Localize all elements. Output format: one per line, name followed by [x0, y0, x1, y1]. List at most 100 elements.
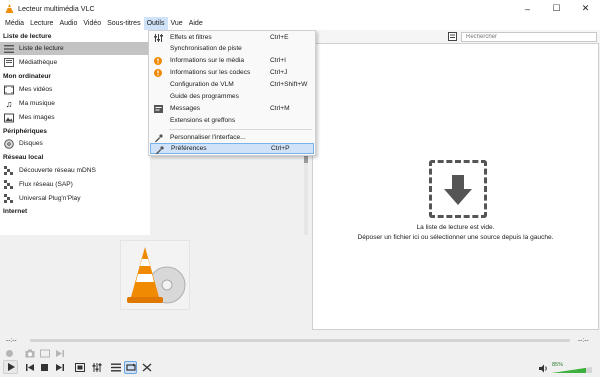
empty-playlist-title: La liste de lecture est vide. — [416, 224, 495, 231]
speaker-icon — [539, 364, 547, 373]
menu-item-customize-interface[interactable]: Personnaliser l'interface... — [150, 132, 314, 143]
empty-playlist-hint: Déposer un fichier ici ou sélectionner u… — [357, 234, 554, 241]
extended-settings-button[interactable] — [91, 362, 102, 373]
sidebar-item-label: Mes images — [19, 114, 55, 121]
messages-icon — [153, 104, 163, 114]
playlist-icon — [4, 44, 14, 54]
next-button[interactable] — [54, 362, 65, 373]
drop-zone[interactable] — [429, 160, 487, 218]
close-button[interactable]: ✕ — [571, 0, 600, 17]
film-icon — [4, 85, 14, 95]
previous-icon — [25, 364, 34, 371]
sidebar-section-playlist: Liste de lecture — [3, 33, 52, 40]
music-note-icon: ♫ — [5, 98, 13, 109]
sidebar-item-label: Médiathèque — [19, 59, 58, 66]
minimize-button[interactable]: – — [513, 0, 542, 17]
download-arrow-icon — [444, 175, 472, 205]
previous-button[interactable] — [24, 362, 35, 373]
volume-slider[interactable] — [552, 367, 592, 373]
menu-item-program-guide[interactable]: Guide des programmes — [150, 91, 314, 102]
sidebar-section-internet: Internet — [3, 208, 28, 215]
sidebar-item-upnp[interactable]: Universal Plug'n'Play — [0, 192, 150, 205]
menu-bar: Média Lecture Audio Vidéo Sous-titres Ou… — [0, 17, 600, 30]
record-icon — [6, 349, 13, 357]
playlist-toggle-button[interactable] — [110, 362, 121, 373]
volume-triangle — [552, 367, 592, 373]
menu-item-vlm-config[interactable]: Configuration de VLM Ctrl+Shift+W — [150, 79, 314, 90]
sidebar-item-label: Mes vidéos — [19, 86, 53, 93]
menu-item-extensions[interactable]: Extensions et greffons — [150, 115, 314, 126]
elapsed-time: --:-- — [6, 337, 17, 344]
vlc-album-art — [120, 240, 190, 310]
fullscreen-icon — [74, 363, 85, 372]
menu-item-codec-info[interactable]: Informations sur les codecs Ctrl+J — [150, 67, 314, 78]
menu-item-media-info[interactable]: Informations sur le média Ctrl+I — [150, 55, 314, 66]
shuffle-button[interactable] — [141, 362, 152, 373]
camera-icon — [25, 349, 34, 357]
wrench-icon — [153, 133, 163, 143]
menu-help[interactable]: Aide — [186, 17, 206, 30]
mute-button[interactable] — [539, 364, 549, 373]
sidebar: Liste de lecture Liste de lecture Médiat… — [0, 30, 150, 235]
seek-slider[interactable] — [30, 339, 570, 342]
record-button[interactable] — [4, 348, 15, 358]
sidebar-item-library[interactable]: Médiathèque — [0, 56, 150, 69]
shuffle-icon — [142, 363, 151, 372]
frame-step-icon — [55, 349, 64, 357]
frame-step-button[interactable] — [54, 348, 65, 358]
view-mode-icon — [447, 32, 457, 41]
sidebar-item-videos[interactable]: Mes vidéos — [0, 83, 150, 96]
loop-icon — [125, 363, 136, 371]
maximize-button[interactable]: ☐ — [542, 0, 571, 17]
sidebar-item-mdns[interactable]: Découverte réseau mDNS — [0, 164, 150, 177]
menu-item-preferences[interactable]: Préférences Ctrl+P — [150, 143, 314, 154]
image-icon — [4, 113, 14, 123]
sidebar-item-sap[interactable]: Flux réseau (SAP) — [0, 178, 150, 191]
stop-icon — [41, 364, 48, 371]
sliders-icon — [153, 33, 163, 43]
sidebar-item-label: Liste de lecture — [19, 45, 64, 52]
network-icon — [4, 165, 14, 176]
menu-item-effects-filters[interactable]: Effets et filtres Ctrl+E — [150, 32, 314, 43]
remaining-time: --:-- — [578, 337, 589, 344]
playlist-view-button[interactable] — [446, 31, 458, 42]
loop-ab-button[interactable] — [39, 348, 50, 358]
sidebar-item-playlist[interactable]: Liste de lecture — [0, 42, 150, 55]
menu-separator — [169, 129, 312, 130]
next-icon — [55, 364, 64, 371]
menu-media[interactable]: Média — [2, 17, 27, 30]
sidebar-item-label: Universal Plug'n'Play — [19, 195, 81, 202]
wrench-icon — [154, 145, 164, 155]
menu-audio[interactable]: Audio — [56, 17, 80, 30]
network-icon — [4, 193, 14, 204]
loop-button[interactable] — [124, 361, 137, 374]
sidebar-section-network: Réseau local — [3, 154, 44, 161]
info-icon — [153, 56, 163, 66]
info-icon — [153, 68, 163, 78]
vlc-cone-disc-icon — [127, 247, 186, 304]
sidebar-item-images[interactable]: Mes images — [0, 111, 150, 124]
menu-subtitles[interactable]: Sous-titres — [104, 17, 143, 30]
title-bar: Lecteur multimédia VLC – ☐ ✕ — [0, 0, 600, 17]
sidebar-section-devices: Périphériques — [3, 128, 47, 135]
menu-item-track-sync[interactable]: Synchronisation de piste — [150, 43, 314, 54]
sidebar-item-discs[interactable]: Disques — [0, 137, 150, 150]
menu-item-messages[interactable]: Messages Ctrl+M — [150, 103, 314, 114]
stop-button[interactable] — [39, 362, 50, 373]
snapshot-button[interactable] — [24, 348, 35, 358]
sidebar-item-music[interactable]: ♫ Ma musique — [0, 97, 150, 110]
vlc-cone-icon — [5, 4, 14, 13]
network-icon — [4, 179, 14, 190]
menu-tools[interactable]: Outils — [143, 17, 168, 30]
play-button[interactable] — [3, 360, 18, 374]
menu-playback[interactable]: Lecture — [27, 17, 56, 30]
menu-view[interactable]: Vue — [168, 17, 186, 30]
sidebar-item-label: Disques — [19, 140, 43, 147]
search-input[interactable] — [461, 32, 597, 42]
sliders-icon — [92, 363, 101, 372]
playlist-icon — [110, 363, 121, 372]
menu-video[interactable]: Vidéo — [80, 17, 104, 30]
sidebar-section-computer: Mon ordinateur — [3, 73, 51, 80]
window-title: Lecteur multimédia VLC — [18, 4, 95, 13]
fullscreen-button[interactable] — [74, 362, 85, 373]
